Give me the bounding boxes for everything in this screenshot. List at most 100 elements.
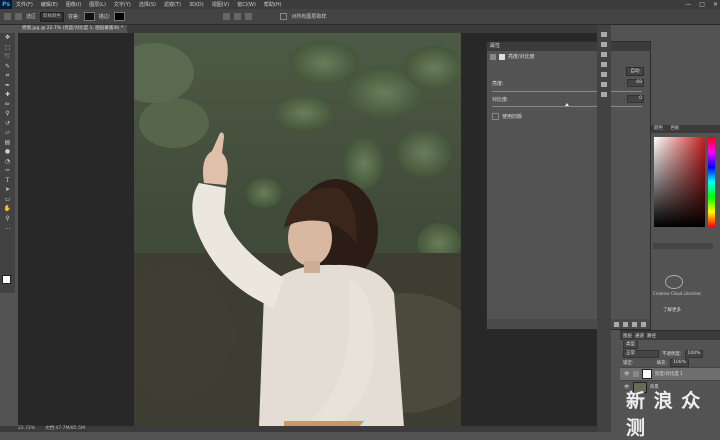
sample-all-layers-label: 对所有图层取样 xyxy=(291,14,327,20)
maximize-button[interactable]: □ xyxy=(699,0,705,9)
options-bar: 选区 取样颜色 容差: 描边: 对所有图层取样 xyxy=(0,9,720,25)
pen-icon[interactable]: ✑ xyxy=(0,166,15,176)
sample-mode-dropdown[interactable]: 取样颜色 xyxy=(40,11,65,22)
tab-paths[interactable]: 路径 xyxy=(647,333,656,339)
fill-field[interactable]: 100% xyxy=(670,358,689,367)
more-icon[interactable]: … xyxy=(0,223,15,233)
stamp-icon[interactable]: ⚲ xyxy=(0,109,15,119)
crop-icon[interactable]: ⌗ xyxy=(0,71,15,81)
menu-file[interactable]: 文件(F) xyxy=(12,1,37,8)
panel-icon-column xyxy=(597,25,611,432)
info-panel-icon[interactable] xyxy=(597,59,611,69)
stroke-swatch[interactable] xyxy=(114,12,126,21)
properties-panel-icon[interactable] xyxy=(597,39,611,49)
eraser-icon[interactable]: ▱ xyxy=(0,128,15,138)
properties-title-row: 亮度/对比度 xyxy=(487,51,650,62)
menu-type[interactable]: 文字(Y) xyxy=(110,1,135,8)
zoom-icon[interactable]: ⚲ xyxy=(0,214,15,224)
menu-edit[interactable]: 编辑(E) xyxy=(37,1,62,8)
tab-layers[interactable]: 图层 xyxy=(623,333,632,339)
menu-image[interactable]: 图像(I) xyxy=(62,1,85,8)
history-panel-icon[interactable] xyxy=(597,29,611,39)
type-icon[interactable]: T xyxy=(0,176,15,186)
eye-icon[interactable]: 👁 xyxy=(624,372,630,377)
align-right-icon[interactable] xyxy=(245,13,253,20)
eyedropper-icon[interactable]: ✒ xyxy=(0,81,15,91)
brush-panel-icon[interactable] xyxy=(597,69,611,79)
properties-header[interactable]: 属性 xyxy=(487,42,650,51)
new-selection-icon[interactable] xyxy=(15,13,22,20)
zoom-readout[interactable]: 22.72% xyxy=(18,426,35,432)
view-previous-icon[interactable] xyxy=(614,321,619,327)
gradient-icon[interactable]: ▤ xyxy=(0,138,15,148)
rectangle-icon[interactable]: ▭ xyxy=(0,195,15,205)
hand-icon[interactable]: ✋ xyxy=(0,204,15,214)
foreground-background-colors[interactable] xyxy=(2,275,15,288)
menu-help[interactable]: 帮助(H) xyxy=(260,1,286,8)
sample-all-layers-checkbox[interactable] xyxy=(280,13,288,20)
layer-kind-filter[interactable]: 类型 xyxy=(623,340,638,349)
layer-mask-thumbnail[interactable] xyxy=(641,369,652,379)
character-panel-icon[interactable] xyxy=(597,79,611,89)
document-tab[interactable]: 原图.jpg @ 22.7% (亮度/对比度 1, 图层蒙版/8) * xyxy=(18,25,128,33)
contrast-slider-track[interactable] xyxy=(492,106,642,107)
fill-label: 填充: xyxy=(656,360,668,366)
menu-layer[interactable]: 图层(L) xyxy=(85,1,110,8)
blend-mode-dropdown[interactable]: 正常 xyxy=(623,349,659,358)
menu-filter[interactable]: 滤镜(T) xyxy=(160,1,185,8)
quick-select-icon[interactable]: ✎ xyxy=(0,62,15,72)
tolerance-label: 容差: xyxy=(68,14,80,20)
document-photo[interactable] xyxy=(134,33,461,427)
delete-icon[interactable] xyxy=(641,321,646,327)
menu-select[interactable]: 选择(S) xyxy=(135,1,160,8)
visibility-icon[interactable] xyxy=(632,321,637,327)
layer-name[interactable]: 亮度/对比度 1 xyxy=(655,371,683,377)
menu-window[interactable]: 窗口(W) xyxy=(233,1,260,8)
brush-icon[interactable]: ✏ xyxy=(0,100,15,110)
foreground-color-swatch[interactable] xyxy=(2,275,11,284)
brightness-value[interactable]: 69 xyxy=(627,79,644,87)
contrast-slider-thumb[interactable] xyxy=(565,103,569,106)
blur-icon[interactable]: ● xyxy=(0,147,15,157)
align-left-icon[interactable] xyxy=(223,13,231,20)
legacy-checkbox[interactable] xyxy=(492,113,499,120)
photoshop-logo: Ps xyxy=(0,0,12,9)
quick-select-tool-icon[interactable] xyxy=(4,13,11,20)
paragraph-panel-icon[interactable] xyxy=(597,89,611,99)
mask-icon[interactable] xyxy=(499,53,505,60)
dodge-icon[interactable]: ◔ xyxy=(0,157,15,167)
cc-libraries-text: Creative Cloud Libraries xyxy=(653,291,702,296)
learn-more-link[interactable]: 了解更多 xyxy=(663,307,681,313)
brightness-slider-track[interactable] xyxy=(492,91,642,92)
marquee-icon[interactable]: ⬚ xyxy=(0,43,15,53)
status-bar: 22.72% 文档:47.7M/85.5M xyxy=(0,426,600,432)
adjustments-panel-icon[interactable] xyxy=(597,49,611,59)
minimize-button[interactable]: — xyxy=(685,0,691,9)
path-select-icon[interactable]: ➤ xyxy=(0,185,15,195)
lasso-icon[interactable]: ➰ xyxy=(0,52,15,62)
menu-view[interactable]: 视图(V) xyxy=(208,1,233,8)
contrast-value[interactable]: 0 xyxy=(627,95,644,103)
move-icon[interactable]: ✥ xyxy=(0,33,15,43)
tab-channels[interactable]: 通道 xyxy=(635,333,644,339)
close-button[interactable]: ✕ xyxy=(713,0,718,9)
tab-color[interactable]: 颜色 xyxy=(654,126,663,131)
tab-swatches[interactable]: 色板 xyxy=(670,126,679,131)
tolerance-swatch[interactable] xyxy=(83,12,95,21)
sample-label: 描边: xyxy=(98,14,111,20)
libraries-search[interactable] xyxy=(653,243,713,249)
opacity-field[interactable]: 100% xyxy=(684,349,704,358)
align-center-icon[interactable] xyxy=(234,13,242,20)
healing-icon[interactable]: ✚ xyxy=(0,90,15,100)
history-brush-icon[interactable]: ↺ xyxy=(0,119,15,129)
contrast-label: 对比度: xyxy=(492,97,509,103)
menu-3d[interactable]: 3D(D) xyxy=(185,2,208,8)
hue-slider[interactable] xyxy=(708,137,715,227)
color-picker-field[interactable] xyxy=(654,137,705,227)
reset-icon[interactable] xyxy=(623,321,628,327)
auto-button[interactable]: 自动 xyxy=(626,67,644,76)
menu-bar: Ps 文件(F) 编辑(E) 图像(I) 图层(L) 文字(Y) 选择(S) 滤… xyxy=(0,0,720,9)
doc-info: 文档:47.7M/85.5M xyxy=(45,426,85,431)
adjustment-layer-icon xyxy=(632,371,639,377)
layer-row-adjustment[interactable]: 👁 亮度/对比度 1 xyxy=(620,367,720,380)
